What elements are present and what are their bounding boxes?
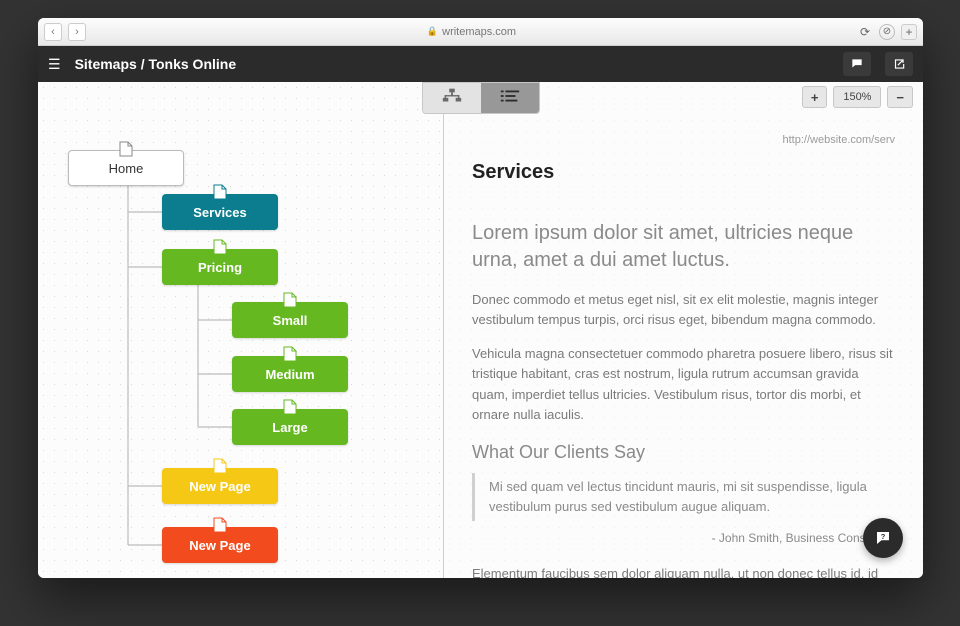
node-small[interactable]: Small xyxy=(232,302,348,338)
content-title: Services xyxy=(472,157,895,188)
new-tab-button[interactable]: + xyxy=(901,24,917,40)
zoom-in-button[interactable]: + xyxy=(802,86,828,108)
node-large[interactable]: Large xyxy=(232,409,348,445)
menu-icon[interactable]: ☰ xyxy=(48,56,61,73)
main-area: + 150% − xyxy=(38,82,923,578)
quote-attribution: - John Smith, Business Consultant xyxy=(472,529,895,548)
zoom-controls: + 150% − xyxy=(802,86,913,108)
node-newpage-2[interactable]: New Page xyxy=(162,527,278,563)
app-bar: ☰ Sitemaps / Tonks Online xyxy=(38,46,923,82)
lock-icon: 🔒 xyxy=(427,26,438,37)
page-icon xyxy=(213,184,227,200)
tree-icon xyxy=(441,88,463,109)
node-services[interactable]: Services xyxy=(162,194,278,230)
content-scroll[interactable]: http://website.com/serv Services Lorem i… xyxy=(444,82,923,578)
node-label: Small xyxy=(273,313,308,328)
share-button[interactable] xyxy=(885,52,913,76)
app-title: Sitemaps / Tonks Online xyxy=(75,56,829,72)
address-bar[interactable]: 🔒 writemaps.com xyxy=(92,26,851,38)
node-medium[interactable]: Medium xyxy=(232,356,348,392)
node-pricing[interactable]: Pricing xyxy=(162,249,278,285)
view-toggle xyxy=(422,82,540,114)
sitemap-canvas[interactable]: Home Services Pricing Small xyxy=(38,82,443,578)
zoom-out-button[interactable]: − xyxy=(887,86,913,108)
back-button[interactable]: ‹ xyxy=(44,23,62,41)
page-icon xyxy=(213,239,227,255)
page-icon xyxy=(283,292,297,308)
node-label: Medium xyxy=(265,367,314,382)
node-home[interactable]: Home xyxy=(68,150,184,186)
help-chat-button[interactable]: ? xyxy=(863,518,903,558)
list-icon xyxy=(499,88,521,109)
reload-button[interactable]: ⟳ xyxy=(857,25,873,39)
content-panel: http://website.com/serv Services Lorem i… xyxy=(443,82,923,578)
address-text: writemaps.com xyxy=(442,26,516,38)
page-icon xyxy=(213,517,227,533)
content-p1: Donec commodo et metus eget nisl, sit ex… xyxy=(472,290,895,330)
page-icon xyxy=(283,346,297,362)
client-quote: Mi sed quam vel lectus tincidunt mauris,… xyxy=(472,473,895,521)
node-label: New Page xyxy=(189,479,250,494)
page-url: http://website.com/serv xyxy=(472,132,895,149)
svg-text:?: ? xyxy=(881,532,886,541)
browser-chrome: ‹ › 🔒 writemaps.com ⟳ ⊘ + xyxy=(38,18,923,46)
forward-button[interactable]: › xyxy=(68,23,86,41)
content-p2: Vehicula magna consectetuer commodo phar… xyxy=(472,344,895,425)
reader-button[interactable]: ⊘ xyxy=(879,24,895,40)
list-view-button[interactable] xyxy=(481,83,539,113)
clients-heading: What Our Clients Say xyxy=(472,439,895,467)
content-subtitle: Lorem ipsum dolor sit amet, ultricies ne… xyxy=(472,220,895,274)
comments-button[interactable] xyxy=(843,52,871,76)
node-label: Home xyxy=(109,161,144,176)
app-window: ‹ › 🔒 writemaps.com ⟳ ⊘ + ☰ Sitemaps / T… xyxy=(38,18,923,578)
node-label: Pricing xyxy=(198,260,242,275)
node-label: Services xyxy=(193,205,247,220)
page-icon xyxy=(119,141,133,157)
content-p3: Elementum faucibus sem dolor aliquam nul… xyxy=(472,564,895,578)
node-label: Large xyxy=(272,420,307,435)
tree-view-button[interactable] xyxy=(423,83,481,113)
page-icon xyxy=(283,399,297,415)
zoom-level[interactable]: 150% xyxy=(833,86,881,108)
node-newpage-1[interactable]: New Page xyxy=(162,468,278,504)
page-icon xyxy=(213,458,227,474)
node-label: New Page xyxy=(189,538,250,553)
